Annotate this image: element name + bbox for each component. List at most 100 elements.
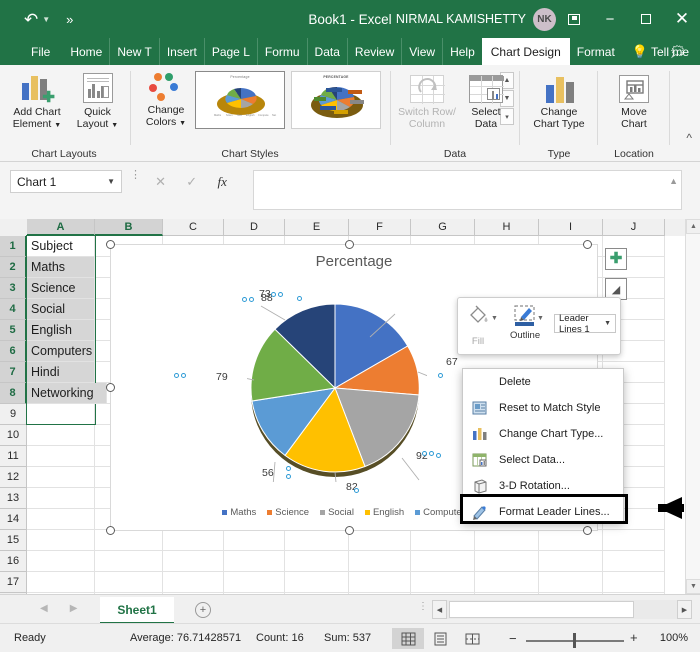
column-header-g[interactable]: G (411, 219, 475, 236)
cell-A13[interactable] (27, 488, 95, 509)
leader-dot-13[interactable] (242, 297, 247, 302)
status-count[interactable]: Count: 16 (256, 632, 304, 644)
column-header-a[interactable]: A (27, 219, 95, 236)
cell-J17[interactable] (603, 572, 665, 593)
row-header-2[interactable]: 2 (0, 257, 27, 278)
leader-dot-7[interactable] (422, 451, 427, 456)
data-label-science[interactable]: 67 (446, 356, 458, 368)
hscroll-thumb[interactable] (449, 601, 634, 618)
cell-H15[interactable] (475, 530, 539, 551)
select-data-button[interactable]: Select Data (458, 75, 514, 130)
cell-F16[interactable] (349, 551, 411, 572)
row-header-3[interactable]: 3 (0, 278, 27, 299)
page-break-view-icon[interactable] (456, 628, 488, 649)
next-sheet-icon[interactable]: ▶ (70, 603, 78, 614)
cell-a3[interactable]: Science (27, 278, 95, 299)
cell-B17[interactable] (95, 572, 163, 593)
move-chart-button[interactable]: Move Chart (603, 75, 665, 130)
context-item-delete[interactable]: Delete (463, 369, 623, 395)
scroll-right-icon[interactable]: ▶ (677, 600, 692, 619)
chevron-down-icon[interactable]: ▼ (107, 177, 115, 186)
cell-B15[interactable] (95, 530, 163, 551)
row-header-1[interactable]: 1 (0, 236, 27, 257)
context-item-change-chart-type[interactable]: Change Chart Type... (463, 421, 623, 447)
data-label-computers[interactable]: 56 (262, 467, 274, 479)
pie-chart[interactable] (247, 300, 427, 482)
row-header-15[interactable]: 15 (0, 530, 27, 551)
cell-J15[interactable] (603, 530, 665, 551)
cell-A12[interactable] (27, 467, 95, 488)
maximize-icon[interactable] (628, 0, 664, 38)
leader-dot-12[interactable] (174, 373, 179, 378)
leader-dot-9[interactable] (286, 466, 291, 471)
legend-item-social[interactable]: Social (320, 507, 354, 518)
row-header-13[interactable]: 13 (0, 488, 27, 509)
tab-insert[interactable]: Insert (160, 38, 205, 65)
data-label-hindi[interactable]: 79 (216, 371, 228, 383)
enter-icon[interactable]: ✓ (186, 174, 197, 190)
cell-F17[interactable] (349, 572, 411, 593)
chart-handle-bottom-center[interactable] (345, 526, 354, 535)
column-header-j[interactable]: J (603, 219, 665, 236)
context-menu[interactable]: Delete Reset to Match Style Change Chart… (460, 368, 628, 524)
prev-sheet-icon[interactable]: ◀ (40, 603, 48, 614)
chart-handle-mid-left[interactable] (106, 383, 115, 392)
outline-button[interactable]: Outline (510, 304, 540, 341)
column-header-f[interactable]: F (349, 219, 411, 236)
avatar[interactable]: NK (533, 7, 556, 31)
formula-input[interactable] (253, 170, 682, 210)
minimize-icon[interactable]: − (592, 0, 628, 38)
context-item-select-data[interactable]: Select Data... (463, 447, 623, 473)
cell-D15[interactable] (224, 530, 285, 551)
ribbon-display-options-icon[interactable] (556, 0, 592, 38)
cell-F15[interactable] (349, 530, 411, 551)
leader-dot-10[interactable] (286, 474, 291, 479)
leader-dot-1[interactable] (271, 292, 276, 297)
cell-G17[interactable] (411, 572, 475, 593)
cell-G15[interactable] (411, 530, 475, 551)
cell-a7[interactable]: Hindi (27, 362, 95, 383)
chart-title[interactable]: Percentage (111, 253, 597, 270)
outline-dropdown-icon[interactable]: ▼ (537, 315, 544, 322)
account-name[interactable]: NIRMAL KAMISHETTY (396, 12, 526, 26)
scroll-down-icon[interactable]: ▼ (686, 579, 700, 594)
row-header-12[interactable]: 12 (0, 467, 27, 488)
cell-a5[interactable]: English (27, 320, 95, 341)
row-header-4[interactable]: 4 (0, 299, 27, 320)
cell-A14[interactable] (27, 509, 95, 530)
scroll-left-icon[interactable]: ◀ (432, 600, 447, 619)
add-chart-element-button[interactable]: ✚ Add Chart Element ▼ (6, 73, 68, 132)
cell-I15[interactable] (539, 530, 603, 551)
tab-view[interactable]: View (402, 38, 444, 65)
tab-data[interactable]: Data (308, 38, 348, 65)
column-header-e[interactable]: E (285, 219, 349, 236)
legend-item-english[interactable]: English (364, 507, 404, 518)
close-icon[interactable]: ✕ (664, 0, 700, 38)
cell-a4[interactable]: Social (27, 299, 95, 320)
normal-view-icon[interactable] (392, 628, 424, 649)
row-header-7[interactable]: 7 (0, 362, 27, 383)
zoom-level[interactable]: 100% (660, 632, 688, 644)
cell-D17[interactable] (224, 572, 285, 593)
tab-home[interactable]: Home (63, 38, 111, 65)
sheet-tab-sheet1[interactable]: Sheet1 (100, 597, 174, 624)
chart-handle-top-left[interactable] (106, 240, 115, 249)
add-sheet-icon[interactable]: + (195, 602, 211, 618)
cell-B16[interactable] (95, 551, 163, 572)
collapse-ribbon-icon[interactable]: ^ (686, 131, 692, 145)
row-header-14[interactable]: 14 (0, 509, 27, 530)
row-header-6[interactable]: 6 (0, 341, 27, 362)
legend-item-maths[interactable]: Maths (222, 507, 256, 518)
cell-I17[interactable] (539, 572, 603, 593)
cell-I16[interactable] (539, 551, 603, 572)
tab-format[interactable]: Format (570, 38, 622, 65)
row-header-11[interactable]: 11 (0, 446, 27, 467)
cell-E16[interactable] (285, 551, 349, 572)
leader-dot-14[interactable] (249, 297, 254, 302)
chart-elements-button[interactable]: ✚ (605, 248, 627, 270)
chart-handle-bottom-right[interactable] (583, 526, 592, 535)
cell-E17[interactable] (285, 572, 349, 593)
status-sum[interactable]: Sum: 537 (324, 632, 371, 644)
chart-style-thumbnail-1[interactable]: Percentage Maths Scien Soci English Compute… (195, 71, 285, 129)
tab-new-tab[interactable]: New T (110, 38, 160, 65)
